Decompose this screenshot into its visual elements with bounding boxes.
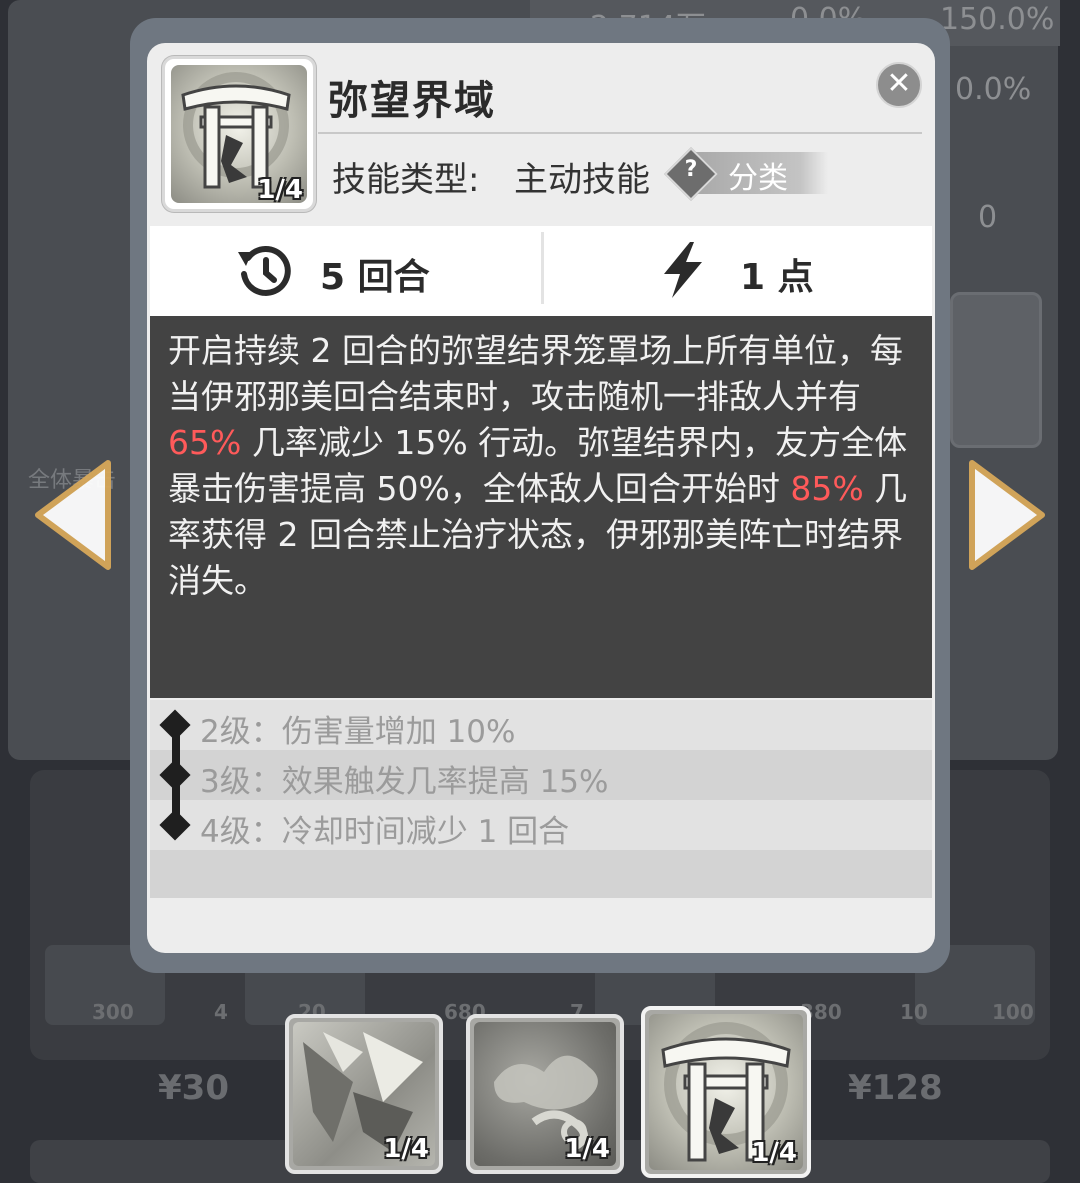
- skill-slot-level: 1/4: [751, 1138, 797, 1168]
- upgrade-level-2: 2级：伤害量增加 10%: [200, 714, 516, 750]
- description-highlight: 85%: [790, 469, 864, 508]
- bg-stat-d: 0: [978, 200, 998, 235]
- skill-type-label: 技能类型:: [332, 160, 480, 200]
- bg-price: ¥128: [848, 1068, 943, 1108]
- skill-name: 弥望界域: [328, 78, 496, 124]
- upgrade-level-3: 3级：效果触发几率提高 15%: [200, 764, 609, 800]
- upgrade-row-empty: [150, 850, 932, 898]
- cooldown-value: 5 回合: [320, 257, 430, 298]
- bg-stat-b: 150.0%: [940, 2, 1055, 37]
- clock-icon: [238, 246, 291, 296]
- skill-slot-3-selected[interactable]: 1/4: [641, 1006, 811, 1178]
- description-segment: 开启持续 2 回合的弥望结界笼罩场上所有单位，每当伊邪那美回合结束时，攻击随机一…: [168, 331, 903, 416]
- title-divider: [318, 132, 922, 134]
- stats-divider: [541, 232, 544, 304]
- skill-type-value: 主动技能: [514, 160, 650, 200]
- skill-icon: 1/4: [162, 56, 316, 212]
- arrow-left-icon: [35, 460, 111, 570]
- skill-slot-level: 1/4: [383, 1134, 429, 1164]
- skill-slot-2[interactable]: 1/4: [466, 1014, 624, 1174]
- category-button[interactable]: ? 分类: [664, 147, 828, 201]
- bg-item-count: 10: [900, 1000, 928, 1024]
- bg-price: ¥30: [158, 1068, 229, 1108]
- background-skill-card: [950, 292, 1042, 448]
- question-icon: ?: [684, 157, 698, 182]
- upgrade-level-4: 4级：冷却时间减少 1 回合: [200, 814, 570, 850]
- category-label: 分类: [728, 161, 788, 196]
- description-highlight: 65%: [168, 423, 242, 462]
- cost-value: 1 点: [740, 257, 814, 298]
- bg-stat-c: 0.0%: [955, 72, 1032, 107]
- skill-description: 开启持续 2 回合的弥望结界笼罩场上所有单位，每当伊邪那美回合结束时，攻击随机一…: [168, 328, 918, 604]
- lightning-icon: [664, 242, 702, 298]
- close-button[interactable]: ✕: [876, 62, 922, 108]
- close-icon: ✕: [886, 66, 912, 101]
- next-arrow-button[interactable]: [962, 455, 1052, 575]
- previous-arrow-button[interactable]: [28, 455, 118, 575]
- skill-slot-level: 1/4: [564, 1134, 610, 1164]
- bg-item-count: 4: [214, 1000, 228, 1024]
- skill-level-badge: 1/4: [257, 175, 303, 205]
- skill-slot-1[interactable]: 1/4: [285, 1014, 443, 1174]
- bg-item-count: 300: [92, 1000, 134, 1024]
- bg-item-count: 100: [992, 1000, 1034, 1024]
- arrow-right-icon: [969, 460, 1045, 570]
